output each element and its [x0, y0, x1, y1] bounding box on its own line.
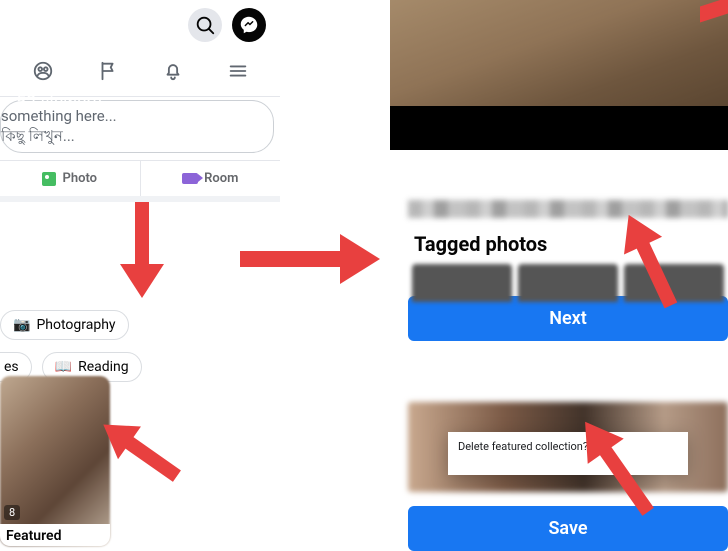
camera-icon: 📷 — [13, 317, 30, 333]
featured-card[interactable]: 8 Featured — [0, 376, 110, 546]
next-button[interactable]: Next — [408, 296, 728, 341]
save-button[interactable]: Save — [408, 506, 728, 551]
story-bottom-bar — [390, 106, 728, 150]
messenger-icon — [238, 14, 260, 36]
messenger-button[interactable] — [232, 8, 266, 42]
story-viewers-button[interactable]: ︿ 52 viewers — [16, 78, 102, 113]
story-annotation-corner — [700, 0, 728, 23]
chevron-up-icon: ︿ — [16, 78, 102, 88]
tagged-photos-panel: Tagged photos Next — [408, 200, 728, 341]
room-action[interactable]: Room — [140, 161, 281, 196]
quick-action-row: Photo Room — [0, 160, 280, 202]
video-room-icon — [182, 173, 198, 184]
search-button[interactable] — [188, 8, 222, 42]
hobby-pills: 📷 Photography es 📖 Reading — [0, 310, 142, 382]
save-panel: Delete featured collection? Save — [408, 402, 728, 551]
featured-label: Featured — [0, 524, 110, 546]
story-viewers-label: 52 viewers — [16, 92, 102, 113]
book-icon: 📖 — [55, 359, 72, 375]
room-action-label: Room — [204, 171, 238, 186]
blurred-strip — [408, 200, 728, 218]
annotation-arrow-down — [120, 202, 164, 302]
hobby-photography-label: Photography — [36, 317, 115, 333]
featured-count-badge: 8 — [4, 505, 20, 520]
tagged-thumb[interactable] — [412, 264, 512, 302]
hobby-reading-label: Reading — [78, 359, 129, 375]
top-icon-row — [188, 8, 266, 42]
menu-tab[interactable] — [227, 60, 249, 86]
bell-icon — [162, 60, 184, 82]
annotation-arrow-right — [240, 234, 380, 288]
hobby-partial-label: es — [4, 359, 19, 375]
hamburger-icon — [227, 60, 249, 82]
search-icon — [194, 14, 216, 36]
notifications-tab[interactable] — [162, 60, 184, 86]
hobby-photography[interactable]: 📷 Photography — [0, 310, 129, 340]
composer-placeholder-line2: কিছু লিখুন... — [1, 127, 259, 147]
photo-action-label: Photo — [62, 171, 97, 186]
photo-action[interactable]: Photo — [0, 161, 140, 196]
tagged-thumb[interactable] — [518, 264, 618, 302]
save-button-label: Save — [548, 518, 587, 539]
tagged-photos-header: Tagged photos — [408, 228, 728, 264]
next-button-label: Next — [549, 308, 587, 329]
photo-icon — [42, 172, 56, 186]
